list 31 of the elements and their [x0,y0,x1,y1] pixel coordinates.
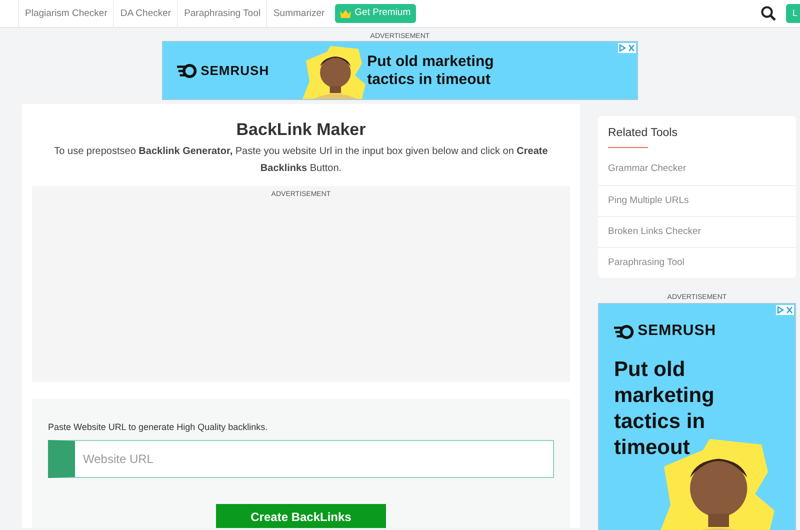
search-icon[interactable] [761,6,776,21]
crown-icon [340,10,351,18]
ad-banner[interactable]: SEMRUSH Put old marketing tactics in timeout [598,303,796,530]
nav-link[interactable]: Paraphrasing Tool [177,0,266,28]
premium-button[interactable]: Get Premium [334,4,416,23]
ad-brand: SEMRUSH [638,321,716,342]
tool-link[interactable]: Grammar Checker [598,154,796,184]
ad-banner[interactable]: SEMRUSH Put old marketing tactics in timeout [162,41,638,100]
description: To use prepostseo Backlink Generator, Paste you website Url in the input box given below and click on Create Backlinks Button. [53,145,549,176]
url-field[interactable]: Website URL [48,440,554,478]
title-underline [608,147,648,148]
tool-link[interactable]: Ping Multiple URLs [598,184,796,216]
ad-headline: Put old marketing tactics in timeout [614,356,716,461]
nav-link[interactable]: DA Checker [113,0,178,28]
adchoices-icon[interactable] [777,306,784,314]
page-title: BackLink Maker [235,120,367,140]
tool-link[interactable]: Broken Links Checker [598,216,796,247]
adchoices-icon[interactable] [619,44,626,52]
ad-brand: SEMRUSH [200,62,270,80]
nav-link[interactable]: Plagiarism Checker [18,0,114,28]
form-label: Paste Website URL to generate High Quality backlinks. [48,421,269,434]
close-icon[interactable] [628,44,635,52]
tool-link[interactable]: Paraphrasing Tool [598,247,796,278]
close-icon[interactable] [786,306,793,314]
semrush-logo-icon [177,64,197,78]
card-title: Related Tools [607,126,678,141]
login-button[interactable]: L [786,4,800,24]
semrush-logo-icon [614,324,634,338]
nav-link[interactable]: Summarizer [266,0,331,28]
ad-headline: Put old marketing tactics in timeout [367,52,495,88]
create-backlinks-button[interactable]: Create BackLinks [216,504,386,528]
